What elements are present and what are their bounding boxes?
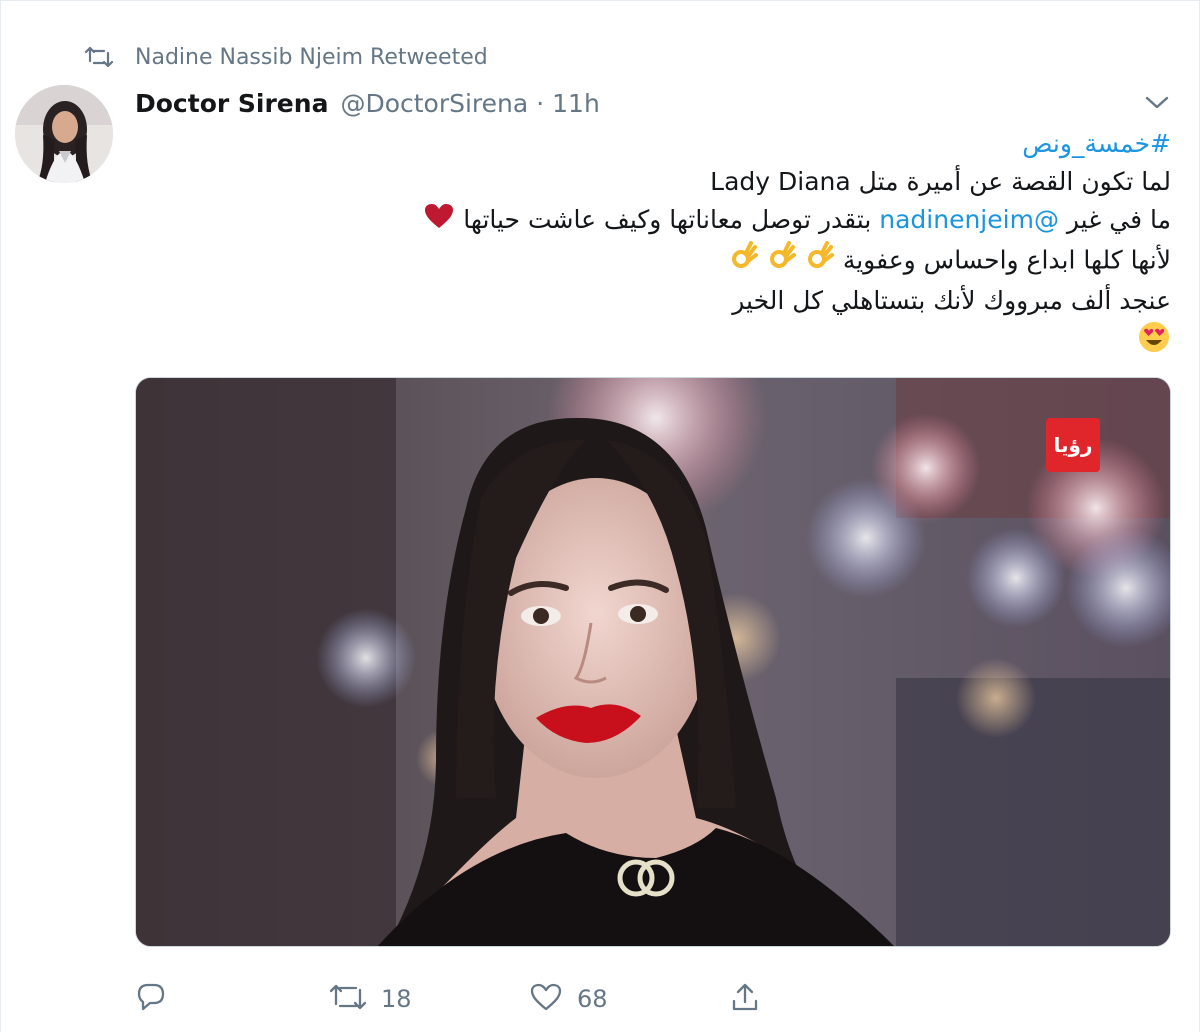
red-heart-emoji	[423, 202, 455, 241]
retweet-count: 18	[381, 985, 412, 1013]
hashtag-link[interactable]: #خمسة_ونص	[551, 125, 1171, 163]
heart-eyes-emoji	[1137, 320, 1171, 365]
like-button[interactable]: 68	[529, 977, 608, 1021]
share-button[interactable]	[729, 977, 761, 1021]
author-handle[interactable]: @DoctorSirena	[340, 89, 528, 118]
tweet-image[interactable]: رؤيا	[135, 377, 1171, 947]
chevron-down-icon[interactable]	[1141, 89, 1173, 117]
tweet-line-5	[551, 320, 1171, 365]
reply-icon	[135, 981, 167, 1017]
retweet-button[interactable]: 18	[329, 977, 412, 1021]
share-icon	[729, 981, 761, 1017]
tweet-line-1: لما تكون القصة عن أميرة متل Lady Diana	[710, 167, 1171, 196]
tweet-line-3: لأنها كلها ابداع واحساس وعفوية	[551, 240, 1171, 282]
ok-hand-emoji	[729, 240, 759, 282]
author-name[interactable]: Doctor Sirena	[135, 89, 328, 118]
like-count: 68	[577, 985, 608, 1013]
ok-hand-emoji	[805, 240, 835, 282]
avatar[interactable]	[15, 85, 113, 183]
separator-dot: ·	[536, 88, 545, 118]
tweet-header: Doctor Sirena @DoctorSirena · 11h	[135, 85, 600, 121]
tweet-actions: 18 68	[135, 977, 835, 1021]
like-icon	[529, 982, 563, 1016]
media-logo-text: رؤيا	[1054, 433, 1093, 457]
reply-button[interactable]	[135, 977, 181, 1021]
tweet-text: #خمسة_ونص لما تكون القصة عن أميرة متل La…	[425, 125, 1171, 365]
tweet-line-2: ما في غير @nadinenjeim بتقدر توصل معانات…	[425, 201, 1171, 241]
media-logo: رؤيا	[1046, 418, 1100, 472]
tweet-line-3-text: لأنها كلها ابداع واحساس وعفوية	[842, 245, 1171, 274]
retweet-context-text[interactable]: Nadine Nassib Njeim Retweeted	[135, 45, 488, 70]
tweet-card[interactable]: Nadine Nassib Njeim Retweeted Doctor Sir…	[0, 0, 1200, 1032]
tweet-line-2-prefix: ما في غير	[1066, 205, 1171, 234]
ok-hand-emoji	[767, 240, 797, 282]
tweet-line-4: عنجد ألف مبرووك لأنك بتستاهلي كل الخير	[732, 285, 1171, 315]
retweet-context: Nadine Nassib Njeim Retweeted	[85, 41, 488, 73]
retweet-icon	[85, 45, 115, 69]
tweet-time[interactable]: 11h	[552, 89, 600, 118]
mention-link[interactable]: @nadinenjeim	[879, 205, 1059, 234]
tweet-line-2-suffix: بتقدر توصل معاناتها وكيف عاشت حياتها	[463, 205, 872, 234]
retweet-icon	[329, 982, 367, 1016]
